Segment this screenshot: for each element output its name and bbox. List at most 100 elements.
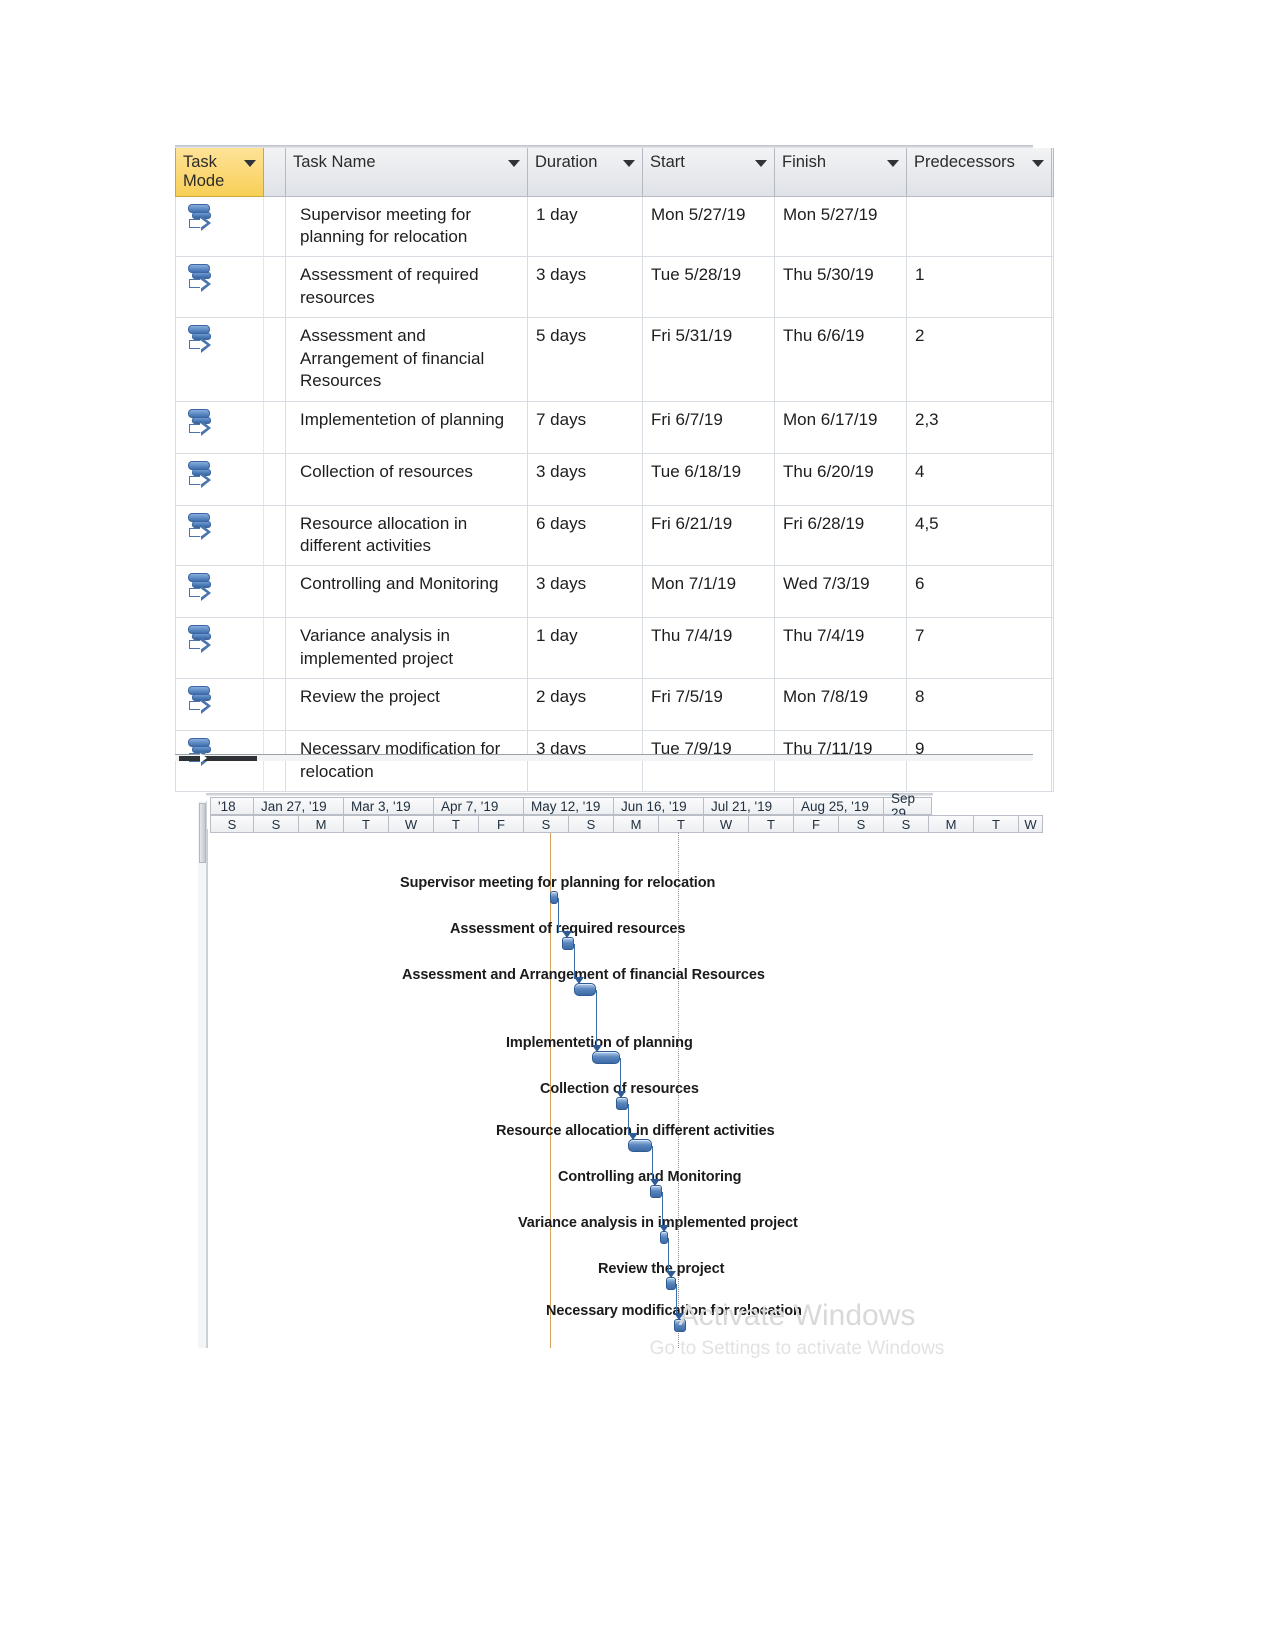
- timeline-minor-cell[interactable]: T: [974, 815, 1019, 833]
- duration-cell[interactable]: 6 days: [527, 504, 643, 567]
- gantt-bar[interactable]: [574, 983, 596, 996]
- predecessors-cell[interactable]: 8: [906, 678, 1052, 732]
- table-row[interactable]: Implementetion of planning 7 days Fri 6/7/…: [175, 400, 1054, 454]
- grid-horizontal-scrollbar[interactable]: [175, 754, 1033, 761]
- task-mode-cell[interactable]: [175, 400, 264, 454]
- manually-scheduled-icon[interactable]: [186, 624, 216, 658]
- timeline-minor-cell[interactable]: T: [659, 815, 704, 833]
- timeline-major-cell[interactable]: Jun 16, '19: [614, 797, 704, 815]
- gantt-bar[interactable]: [628, 1139, 652, 1152]
- finish-cell[interactable]: Wed 7/3/19: [774, 565, 907, 619]
- table-row[interactable]: Assessment and Arrangement of financial …: [175, 317, 1054, 402]
- filter-chevron-down-icon[interactable]: [755, 160, 767, 167]
- manually-scheduled-icon[interactable]: [186, 685, 216, 719]
- grid-scrollbar-thumb[interactable]: [179, 756, 257, 761]
- start-cell[interactable]: Mon 5/27/19: [642, 195, 775, 258]
- duration-cell[interactable]: 5 days: [527, 317, 643, 402]
- manually-scheduled-icon[interactable]: [186, 324, 216, 358]
- finish-cell[interactable]: Mon 5/27/19: [774, 195, 907, 258]
- timeline-major-cell[interactable]: Sep 29: [884, 791, 932, 821]
- timeline-major-cell[interactable]: '18: [210, 797, 254, 815]
- task-name-cell[interactable]: Assessment of required resources: [285, 256, 528, 319]
- column-header-task-name[interactable]: Task Name: [285, 148, 528, 197]
- predecessors-cell[interactable]: 7: [906, 617, 1052, 680]
- table-row[interactable]: Collection of resources 3 days Tue 6/18/19…: [175, 452, 1054, 506]
- predecessors-cell[interactable]: [906, 195, 1052, 258]
- finish-cell[interactable]: Thu 7/4/19: [774, 617, 907, 680]
- filter-chevron-down-icon[interactable]: [623, 160, 635, 167]
- filter-chevron-down-icon[interactable]: [887, 160, 899, 167]
- column-header-start[interactable]: Start: [642, 148, 775, 197]
- timeline-minor-cell[interactable]: S: [524, 815, 569, 833]
- timeline-minor-cell[interactable]: F: [794, 815, 839, 833]
- table-row[interactable]: Necessary modification for relocation 3 d…: [175, 730, 1054, 793]
- timeline-minor-cell[interactable]: W: [704, 815, 749, 833]
- finish-cell[interactable]: Fri 6/28/19: [774, 504, 907, 567]
- duration-cell[interactable]: 3 days: [527, 565, 643, 619]
- duration-cell[interactable]: 1 day: [527, 617, 643, 680]
- timeline-minor-cell[interactable]: S: [210, 815, 254, 833]
- table-row[interactable]: Variance analysis in implemented project…: [175, 617, 1054, 680]
- gantt-bar[interactable]: [660, 1231, 668, 1244]
- start-cell[interactable]: Fri 5/31/19: [642, 317, 775, 402]
- finish-cell[interactable]: Thu 6/20/19: [774, 452, 907, 506]
- timeline-minor-cell[interactable]: W: [389, 815, 434, 833]
- task-name-cell[interactable]: Review the project: [285, 678, 528, 732]
- task-mode-cell[interactable]: [175, 730, 264, 793]
- start-cell[interactable]: Tue 5/28/19: [642, 256, 775, 319]
- task-name-cell[interactable]: Supervisor meeting for planning for relo…: [285, 195, 528, 258]
- timeline-minor-cell[interactable]: M: [929, 815, 974, 833]
- filter-chevron-down-icon[interactable]: [244, 160, 256, 167]
- gantt-bar[interactable]: [562, 937, 574, 950]
- timeline-minor-cell[interactable]: M: [614, 815, 659, 833]
- table-row[interactable]: Controlling and Monitoring 3 days Mon 7/1/…: [175, 565, 1054, 619]
- predecessors-cell[interactable]: 1: [906, 256, 1052, 319]
- task-name-cell[interactable]: Assessment and Arrangement of financial …: [285, 317, 528, 402]
- task-name-cell[interactable]: Controlling and Monitoring: [285, 565, 528, 619]
- timeline-minor-cell[interactable]: S: [839, 815, 884, 833]
- filter-chevron-down-icon[interactable]: [508, 160, 520, 167]
- gantt-bar[interactable]: [550, 891, 558, 904]
- task-mode-cell[interactable]: [175, 317, 264, 402]
- finish-cell[interactable]: Mon 6/17/19: [774, 400, 907, 454]
- task-mode-cell[interactable]: [175, 678, 264, 732]
- gantt-vertical-scrollbar[interactable]: [198, 801, 207, 1348]
- gantt-bar[interactable]: [666, 1277, 676, 1290]
- column-header-finish[interactable]: Finish: [774, 148, 907, 197]
- predecessors-cell[interactable]: 2: [906, 317, 1052, 402]
- start-cell[interactable]: Thu 7/4/19: [642, 617, 775, 680]
- manually-scheduled-icon[interactable]: [186, 572, 216, 606]
- gantt-bar[interactable]: [674, 1319, 686, 1332]
- finish-cell[interactable]: Thu 6/6/19: [774, 317, 907, 402]
- timeline-minor-cell[interactable]: S: [569, 815, 614, 833]
- start-cell[interactable]: Fri 6/21/19: [642, 504, 775, 567]
- task-mode-cell[interactable]: [175, 565, 264, 619]
- task-mode-cell[interactable]: [175, 504, 264, 567]
- task-name-cell[interactable]: Collection of resources: [285, 452, 528, 506]
- table-row[interactable]: Review the project 2 days Fri 7/5/19 Mon 7/…: [175, 678, 1054, 732]
- timeline-minor-cell[interactable]: W: [1019, 815, 1043, 833]
- duration-cell[interactable]: 1 day: [527, 195, 643, 258]
- gantt-scrollbar-thumb[interactable]: [199, 803, 206, 863]
- predecessors-cell[interactable]: 4,5: [906, 504, 1052, 567]
- timeline-minor-cell[interactable]: S: [884, 815, 929, 833]
- timeline-major-cell[interactable]: May 12, '19: [524, 797, 614, 815]
- task-name-cell[interactable]: Implementetion of planning: [285, 400, 528, 454]
- predecessors-cell[interactable]: 9: [906, 730, 1052, 793]
- timeline-minor-cell[interactable]: S: [254, 815, 299, 833]
- table-row[interactable]: Assessment of required resources 3 days Tu…: [175, 256, 1054, 319]
- start-cell[interactable]: Fri 7/5/19: [642, 678, 775, 732]
- duration-cell[interactable]: 2 days: [527, 678, 643, 732]
- finish-cell[interactable]: Thu 5/30/19: [774, 256, 907, 319]
- column-header-next-partial[interactable]: [1051, 148, 1054, 197]
- timeline-minor-cell[interactable]: T: [749, 815, 794, 833]
- timeline-major-cell[interactable]: Mar 3, '19: [344, 797, 434, 815]
- gantt-bar[interactable]: [592, 1051, 620, 1064]
- task-name-cell[interactable]: Variance analysis in implemented project: [285, 617, 528, 680]
- duration-cell[interactable]: 7 days: [527, 400, 643, 454]
- timeline-minor-cell[interactable]: M: [299, 815, 344, 833]
- task-mode-cell[interactable]: [175, 195, 264, 258]
- table-row[interactable]: Supervisor meeting for planning for relo…: [175, 195, 1054, 258]
- start-cell[interactable]: Tue 7/9/19: [642, 730, 775, 793]
- manually-scheduled-icon[interactable]: [186, 460, 216, 494]
